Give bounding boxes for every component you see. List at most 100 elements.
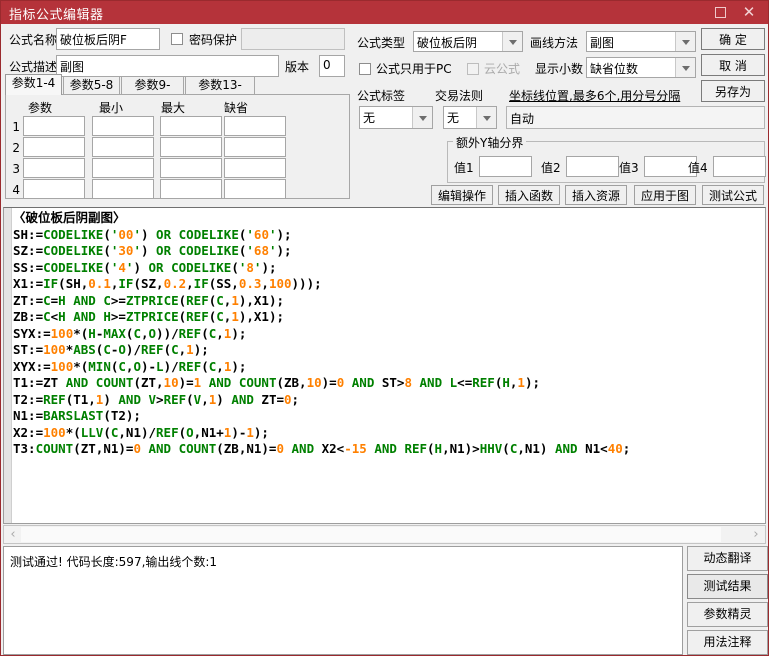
coord-line-label: 坐标线位置,最多6个,用分号分隔 [509,89,681,103]
password-input[interactable] [241,28,345,50]
cloud-formula-checkbox[interactable] [467,63,479,75]
param-2-name[interactable] [23,137,85,157]
insert-resource-button[interactable]: 插入资源 [565,185,627,205]
y-value-1-input[interactable] [479,156,532,177]
formula-type-value: 破位板后阴 [417,36,478,50]
tab-params-13-16[interactable]: 参数13-16 [185,76,255,109]
param-1-min[interactable] [92,116,154,136]
param-2-min[interactable] [92,137,154,157]
col-header-max: 最大 [161,101,186,115]
row-number: 4 [12,183,20,197]
param-1-max[interactable] [160,116,222,136]
code-line: SYX:=100*(H-MAX(C,O))/REF(C,1); [13,325,247,341]
code-line: SZ:=CODELIKE('30') OR CODELIKE('68'); [13,243,292,258]
ok-button[interactable]: 确 定 [701,28,765,50]
chevron-down-icon[interactable] [675,32,695,51]
vtab-usage-notes[interactable]: 用法注释 [687,630,768,655]
param-3-max[interactable] [160,158,222,178]
edit-operations-button[interactable]: 编辑操作 [431,185,493,205]
test-result-panel: 测试通过! 代码长度:597,输出线个数:1 [3,546,683,655]
test-result-message: 测试通过! 代码长度:597,输出线个数:1 [10,555,218,569]
draw-method-select[interactable]: 副图 [586,31,696,52]
param-1-name[interactable] [23,116,85,136]
test-formula-button[interactable]: 测试公式 [702,185,764,205]
tab-params-1-4[interactable]: 参数1-4 [5,74,62,95]
code-line: T2:=REF(T1,1) AND V>REF(V,1) AND ZT=0; [13,391,300,407]
param-1-default[interactable] [224,116,286,136]
trade-rule-select[interactable]: 无 [443,106,497,129]
chevron-down-icon[interactable] [476,107,496,128]
tab-params-9-12[interactable]: 参数9-12 [121,76,184,109]
close-icon[interactable]: ✕ [736,1,762,24]
param-2-default[interactable] [224,137,286,157]
col-header-min: 最小 [99,101,124,115]
formula-tag-select[interactable]: 无 [359,106,433,129]
maximize-icon[interactable] [707,1,733,24]
parameter-panel: 参数 最小 最大 缺省 1 2 3 4 [5,94,350,199]
row-number: 1 [12,120,20,134]
vtab-test-result[interactable]: 测试结果 [687,574,768,599]
parameter-tabstrip: 参数1-4 参数5-8 参数9-12 参数13-16 [5,74,350,109]
code-editor[interactable]: 〈破位板后阴副图〉 SH:=CODELIKE('00') OR CODELIKE(… [3,207,766,524]
code-text[interactable]: 〈破位板后阴副图〉 SH:=CODELIKE('00') OR CODELIKE(… [13,210,765,523]
formula-tag-value: 无 [363,111,376,125]
scroll-right-icon[interactable]: › [748,527,764,542]
formula-type-select[interactable]: 破位板后阴 [413,31,523,52]
tab-params-5-8[interactable]: 参数5-8 [63,76,120,95]
param-4-max[interactable] [160,179,222,199]
extra-y-axis-group-title: 额外Y轴分界 [453,134,527,151]
scroll-left-icon[interactable]: ‹ [5,527,21,542]
formula-name-input[interactable]: 破位板后阴F [56,28,160,50]
y-value-4-input[interactable] [713,156,766,177]
param-3-min[interactable] [92,158,154,178]
code-line: ZB:=C<H AND H>=ZTPRICE(REF(C,1),X1); [13,309,285,324]
param-4-default[interactable] [224,179,286,199]
formula-tag-label: 公式标签 [357,89,406,103]
password-protect-checkbox[interactable] [171,33,183,45]
window-title: 指标公式编辑器 [9,8,104,23]
vtab-parameter-wizard[interactable]: 参数精灵 [687,602,768,627]
param-4-name[interactable] [23,179,85,199]
save-as-button[interactable]: 另存为 [701,80,765,102]
cancel-button[interactable]: 取 消 [701,54,765,76]
coord-line-input[interactable]: 自动 [506,106,765,129]
decimal-select[interactable]: 缺省位数 [586,57,696,78]
draw-method-value: 副图 [590,36,615,50]
password-protect-label: 密码保护 [189,33,238,47]
editor-gutter [4,208,12,523]
code-line: SH:=CODELIKE('00') OR CODELIKE('60'); [13,226,292,242]
version-label: 版本 [285,60,310,74]
y-value-2-label: 值2 [541,161,561,175]
vtab-dynamic-translation[interactable]: 动态翻译 [687,546,768,571]
y-value-1-label: 值1 [454,161,474,175]
decimal-label: 显示小数 [535,62,584,76]
indicator-formula-editor-window: 指标公式编辑器 ✕ 公式名称 破位板后阴F 密码保护 公式描述 副图 版本 0 … [0,0,769,656]
y-value-3-label: 值3 [619,161,639,175]
chevron-down-icon[interactable] [502,32,522,51]
param-4-min[interactable] [92,179,154,199]
result-tabstrip: 动态翻译 测试结果 参数精灵 用法注释 [687,546,768,655]
code-line: SS:=CODELIKE('4') OR CODELIKE('8'); [13,259,277,275]
code-line: N1:=BARSLAST(T2); [13,408,141,423]
apply-to-chart-button[interactable]: 应用于图 [634,185,696,205]
param-3-name[interactable] [23,158,85,178]
formula-name-label: 公式名称 [9,33,58,47]
chevron-down-icon[interactable] [675,58,695,77]
y-value-4-label: 值4 [688,161,708,175]
insert-function-button[interactable]: 插入函数 [498,185,560,205]
chevron-down-icon[interactable] [412,107,432,128]
col-header-default: 缺省 [224,101,249,115]
scroll-thumb[interactable] [21,527,721,542]
code-header-line: 〈破位板后阴副图〉 [13,210,126,225]
code-line: ST:=100*ABS(C-O)/REF(C,1); [13,342,209,357]
title-bar: 指标公式编辑器 ✕ [1,1,768,24]
pc-only-checkbox[interactable] [359,63,371,75]
row-number: 2 [12,141,20,155]
col-header-param: 参数 [28,101,53,115]
param-2-max[interactable] [160,137,222,157]
cloud-formula-label: 云公式 [484,62,521,76]
code-line: ZT:=C=H AND C>=ZTPRICE(REF(C,1),X1); [13,292,285,308]
param-3-default[interactable] [224,158,286,178]
horizontal-scrollbar[interactable]: ‹ › [3,525,766,544]
y-value-2-input[interactable] [566,156,619,177]
